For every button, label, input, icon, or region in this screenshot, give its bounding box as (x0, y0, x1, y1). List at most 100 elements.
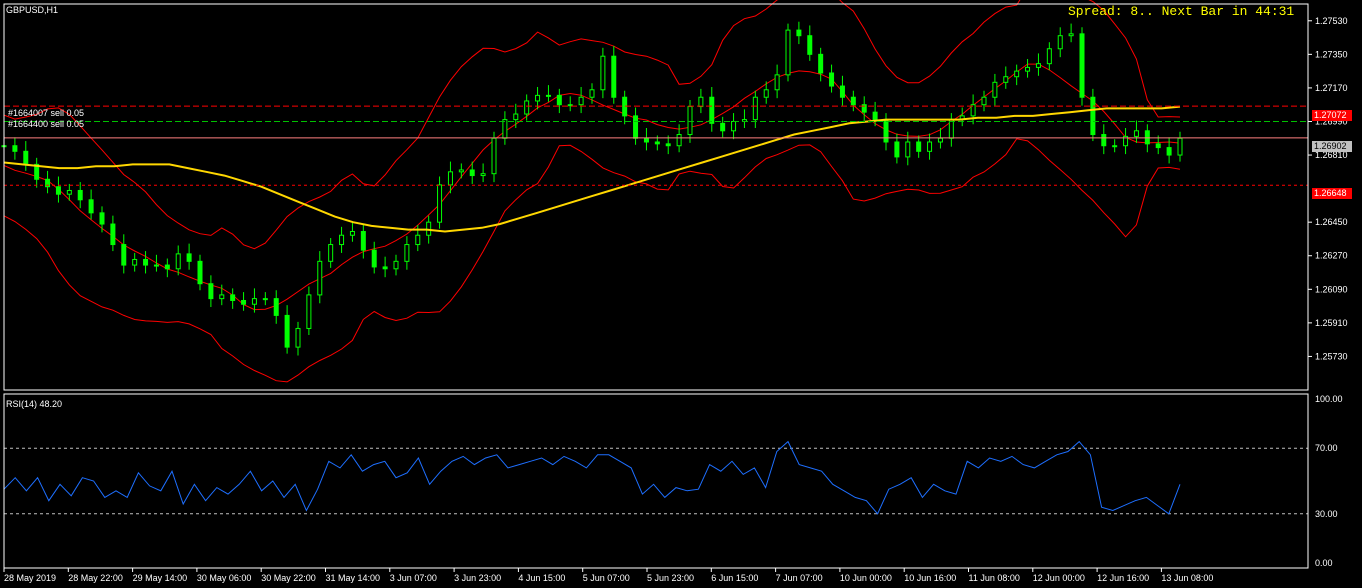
candle-body (1003, 76, 1009, 83)
candle-body (284, 314, 290, 348)
candle-body (916, 141, 922, 152)
candle-body (208, 283, 214, 300)
candle-body (709, 96, 715, 124)
rsi-label: RSI(14) 48.20 (6, 399, 63, 409)
candle-body (774, 74, 780, 91)
candle-body (349, 230, 355, 236)
symbol-label: GBPUSD,H1 (6, 5, 59, 15)
candle-body (556, 94, 562, 106)
candle-body (807, 35, 813, 55)
price-tick-label: 1.27170 (1315, 83, 1348, 93)
time-tick-label: 7 Jun 07:00 (776, 573, 823, 583)
time-tick-label: 11 Jun 08:00 (969, 573, 1020, 583)
candle-body (611, 55, 617, 98)
time-tick-label: 12 Jun 16:00 (1097, 573, 1149, 583)
chart-canvas[interactable]: 1.275301.273501.271701.269901.268101.264… (0, 0, 1362, 588)
candle-body (415, 234, 421, 246)
time-tick-label: 28 May 22:00 (68, 573, 123, 583)
candle-body (927, 141, 933, 152)
candle-body (186, 253, 192, 262)
time-tick-label: 30 May 06:00 (197, 573, 252, 583)
axes: 1.275301.273501.271701.269901.268101.264… (3, 3, 1348, 583)
candle-body (153, 264, 159, 267)
candle-body (567, 104, 573, 107)
rsi-tick-label: 0.00 (1315, 558, 1333, 568)
rsi-frame (3, 393, 1309, 569)
rsi-line (3, 440, 1181, 515)
candle-body (1025, 66, 1031, 72)
candle-body (1068, 33, 1074, 37)
moving-average-line (3, 105, 1181, 233)
order-label-1[interactable]: #1664007 sell 0.05 (8, 108, 84, 118)
candle-body (872, 111, 878, 121)
rsi-tick-label: 100.00 (1315, 394, 1343, 404)
candle-body (447, 171, 453, 186)
candle-body (404, 244, 410, 262)
candle-body (480, 173, 486, 177)
candle-body (1101, 134, 1107, 147)
price-tick-label: 1.26270 (1315, 251, 1348, 261)
candlesticks (1, 21, 1183, 356)
candle-body (600, 55, 606, 91)
order-label-2[interactable]: #1664400 sell 0.05 (8, 119, 84, 129)
candle-body (545, 94, 551, 97)
candle-body (894, 141, 900, 158)
candle-body (785, 29, 791, 76)
candle-body (1112, 145, 1118, 148)
moving-average (3, 105, 1181, 233)
price-tick-label: 1.27350 (1315, 49, 1348, 59)
rsi-panel (3, 440, 1308, 515)
candle-body (12, 145, 18, 152)
time-tick-label: 3 Jun 23:00 (454, 573, 501, 583)
candle-body (1046, 48, 1052, 65)
candle-body (1035, 63, 1041, 68)
candle-body (578, 96, 584, 106)
candle-body (654, 141, 660, 145)
candle-body (796, 29, 802, 37)
candle-body (295, 327, 301, 348)
candle-body (720, 122, 726, 132)
candle-body (1014, 70, 1020, 78)
time-tick-label: 28 May 2019 (4, 573, 56, 583)
candle-body (502, 119, 508, 139)
bollinger-upper (3, 0, 1181, 250)
candle-body (850, 96, 856, 106)
candle-body (262, 298, 268, 301)
candle-body (1166, 147, 1172, 156)
candle-body (77, 189, 83, 201)
candle-body (839, 85, 845, 98)
candle-body (317, 260, 323, 296)
candle-body (132, 258, 138, 266)
time-tick-label: 3 Jun 07:00 (390, 573, 437, 583)
candle-body (458, 169, 464, 173)
candle-body (306, 294, 312, 329)
candle-body (818, 53, 824, 74)
time-tick-label: 6 Jun 15:00 (711, 573, 758, 583)
candle-body (23, 150, 29, 165)
price-tick-label: 1.26090 (1315, 284, 1348, 294)
candle-body (175, 253, 181, 270)
price-tick-label: 1.25910 (1315, 318, 1348, 328)
time-tick-label: 5 Jun 07:00 (583, 573, 630, 583)
candle-body (752, 96, 758, 121)
time-tick-label: 30 May 22:00 (261, 573, 316, 583)
time-tick-label: 31 May 14:00 (326, 573, 381, 583)
candle-body (99, 212, 105, 225)
candle-body (731, 120, 737, 132)
candle-body (110, 223, 116, 246)
candle-body (763, 89, 769, 98)
candle-body (948, 119, 954, 139)
candle-body (589, 89, 595, 98)
time-tick-label: 4 Jun 15:00 (518, 573, 565, 583)
candle-body (829, 72, 835, 87)
rsi-tick-label: 70.00 (1315, 443, 1338, 453)
candle-body (66, 189, 72, 195)
candle-body (273, 298, 279, 316)
candle-body (633, 115, 639, 139)
candle-body (937, 137, 943, 143)
candle-body (665, 143, 671, 147)
time-tick-label: 13 Jun 08:00 (1161, 573, 1213, 583)
candle-body (55, 186, 61, 195)
price-tick-label: 1.25730 (1315, 351, 1348, 361)
candle-body (643, 137, 649, 143)
